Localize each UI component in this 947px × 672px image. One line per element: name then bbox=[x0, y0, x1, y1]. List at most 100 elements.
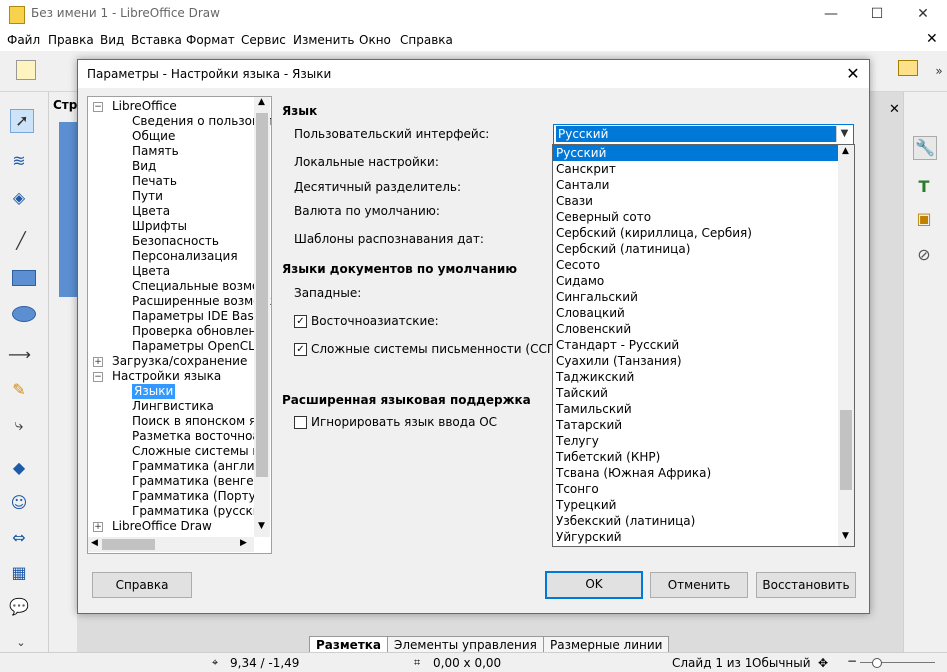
ignore-os-lang-checkbox[interactable] bbox=[294, 416, 307, 429]
tree-item[interactable]: Печать bbox=[132, 174, 177, 189]
tree-hscrollbar[interactable]: ◀ ▶ bbox=[88, 537, 254, 552]
tree-item[interactable]: Параметры IDE Basic bbox=[132, 309, 264, 324]
zoom-out-icon[interactable]: − bbox=[847, 654, 857, 668]
tree-item[interactable]: Параметры OpenCL bbox=[132, 339, 255, 354]
tree-item[interactable]: Грамматика (английс bbox=[132, 459, 269, 474]
menu-file[interactable]: Файл bbox=[7, 33, 40, 47]
line-color-icon[interactable]: ≋ bbox=[8, 150, 30, 172]
menu-format[interactable]: Формат bbox=[186, 33, 235, 47]
ok-button[interactable]: OK bbox=[545, 571, 643, 599]
dropdown-option[interactable]: Сербский (латиница) bbox=[553, 241, 840, 257]
gallery-icon[interactable]: ▣ bbox=[913, 208, 935, 230]
scroll-right-icon[interactable]: ▶ bbox=[240, 538, 247, 548]
dropdown-option[interactable]: Тсвана (Южная Африка) bbox=[553, 465, 840, 481]
tree-item[interactable]: Цвета bbox=[132, 204, 170, 219]
tree-item[interactable]: Грамматика (русский bbox=[132, 504, 268, 519]
tree-item[interactable]: Память bbox=[132, 144, 179, 159]
minimize-button[interactable]: — bbox=[808, 0, 854, 29]
tree-vscrollbar[interactable]: ▲ ▼ bbox=[254, 97, 270, 537]
asian-checkbox[interactable]: ✓ bbox=[294, 315, 307, 328]
curve-tool-icon[interactable]: ✎ bbox=[8, 379, 30, 401]
zoom-slider-thumb[interactable] bbox=[872, 658, 882, 668]
menu-view[interactable]: Вид bbox=[100, 33, 124, 47]
block-arrows-icon[interactable]: ⇔ bbox=[8, 527, 30, 549]
tree-item[interactable]: Поиск в японском я bbox=[132, 414, 256, 429]
cancel-button[interactable]: Отменить bbox=[650, 572, 748, 598]
dropdown-option[interactable]: Узбекский (латиница) bbox=[553, 513, 840, 529]
fit-page-icon[interactable]: ✥ bbox=[818, 656, 828, 670]
chevron-down-icon[interactable]: ▼ bbox=[836, 126, 852, 142]
dropdown-option[interactable]: Санскрит bbox=[553, 161, 840, 177]
tree-item[interactable]: Пути bbox=[132, 189, 163, 204]
menu-tools[interactable]: Сервис bbox=[241, 33, 286, 47]
collapse-icon[interactable]: − bbox=[93, 102, 103, 112]
tree-item[interactable]: Загрузка/сохранение bbox=[112, 354, 247, 369]
tree-item[interactable]: Специальные возмож bbox=[132, 279, 270, 294]
dropdown-option[interactable]: Татарский bbox=[553, 417, 840, 433]
close-document-icon[interactable]: ✕ bbox=[926, 31, 938, 47]
menu-edit[interactable]: Правка bbox=[48, 33, 94, 47]
dropdown-option[interactable]: Северный сото bbox=[553, 209, 840, 225]
toolbar-overflow-icon[interactable]: » bbox=[928, 60, 947, 82]
dialog-close-icon[interactable]: ✕ bbox=[842, 63, 864, 85]
properties-wrench-icon[interactable]: 🔧 bbox=[913, 136, 937, 160]
maximize-button[interactable]: ☐ bbox=[854, 0, 900, 29]
menu-modify[interactable]: Изменить bbox=[293, 33, 355, 47]
tree-item[interactable]: Безопасность bbox=[132, 234, 219, 249]
slide-thumbnail[interactable] bbox=[59, 122, 77, 297]
ctl-checkbox[interactable]: ✓ bbox=[294, 343, 307, 356]
tree-item[interactable]: Шрифты bbox=[132, 219, 187, 234]
tree-item[interactable]: Лингвистика bbox=[132, 399, 214, 414]
tree-hscroll-thumb[interactable] bbox=[102, 539, 155, 550]
scroll-left-icon[interactable]: ◀ bbox=[91, 538, 98, 548]
dropdown-option[interactable]: Словенский bbox=[553, 321, 840, 337]
dropdown-option[interactable]: Тайский bbox=[553, 385, 840, 401]
help-button[interactable]: Справка bbox=[92, 572, 192, 598]
dropdown-option[interactable]: Суахили (Танзания) bbox=[553, 353, 840, 369]
ellipse-tool-icon[interactable] bbox=[12, 306, 36, 322]
dropdown-option[interactable]: Сесото bbox=[553, 257, 840, 273]
tree-item[interactable]: Цвета bbox=[132, 264, 170, 279]
sticky-note-icon[interactable] bbox=[898, 60, 918, 76]
select-arrow-icon[interactable]: ➚ bbox=[10, 109, 34, 133]
tree-item[interactable]: Грамматика (Португа bbox=[132, 489, 269, 504]
flowchart-icon[interactable]: ▦ bbox=[8, 562, 30, 584]
dropdown-option[interactable]: Сингальский bbox=[553, 289, 840, 305]
dropdown-option[interactable]: Таджикский bbox=[553, 369, 840, 385]
line-tool-icon[interactable]: ╱ bbox=[10, 230, 32, 252]
dropdown-option[interactable]: Сантали bbox=[553, 177, 840, 193]
reset-button[interactable]: Восстановить bbox=[756, 572, 856, 598]
symbol-shapes-icon[interactable]: ☺ bbox=[8, 492, 30, 514]
connector-tool-icon[interactable]: ⤷ bbox=[8, 414, 30, 436]
expand-icon[interactable]: + bbox=[93, 522, 103, 532]
tree-item[interactable]: Сведения о пользовате bbox=[132, 114, 271, 129]
tree-item[interactable]: Расширенные возмож bbox=[132, 294, 271, 309]
ui-language-combobox[interactable]: Русский ▼ bbox=[553, 124, 854, 146]
dropdown-option[interactable]: Свази bbox=[553, 193, 840, 209]
dropdown-option[interactable]: Русский bbox=[553, 145, 840, 161]
dropdown-option[interactable]: Словацкий bbox=[553, 305, 840, 321]
dropdown-option[interactable]: Телугу bbox=[553, 433, 840, 449]
navigator-compass-icon[interactable]: ⊘ bbox=[913, 244, 935, 266]
dropdown-option[interactable]: Турецкий bbox=[553, 497, 840, 513]
rectangle-tool-icon[interactable] bbox=[12, 270, 36, 286]
scroll-up-icon[interactable]: ▲ bbox=[258, 97, 265, 107]
tree-item[interactable]: Вид bbox=[132, 159, 156, 174]
dropdown-option[interactable]: Сидамо bbox=[553, 273, 840, 289]
line-arrow-tool-icon[interactable]: ⟶ bbox=[8, 344, 31, 366]
close-window-button[interactable]: ✕ bbox=[900, 0, 946, 29]
tree-item[interactable]: Проверка обновлени bbox=[132, 324, 264, 339]
menu-insert[interactable]: Вставка bbox=[131, 33, 182, 47]
menu-help[interactable]: Справка bbox=[400, 33, 453, 47]
expand-icon[interactable]: + bbox=[93, 357, 103, 367]
tree-item[interactable]: Персонализация bbox=[132, 249, 238, 264]
collapse-icon[interactable]: − bbox=[93, 372, 103, 382]
dropdown-option[interactable]: Сербский (кириллица, Сербия) bbox=[553, 225, 840, 241]
callouts-icon[interactable]: 💬 bbox=[8, 596, 30, 618]
dropdown-option[interactable]: Тсонго bbox=[553, 481, 840, 497]
dropdown-option[interactable]: Тамильский bbox=[553, 401, 840, 417]
tree-item[interactable]: Грамматика (венгерс bbox=[132, 474, 268, 489]
menu-window[interactable]: Окно bbox=[359, 33, 391, 47]
tree-vscroll-thumb[interactable] bbox=[256, 113, 268, 477]
close-sidebar-icon[interactable]: ✕ bbox=[889, 102, 900, 117]
